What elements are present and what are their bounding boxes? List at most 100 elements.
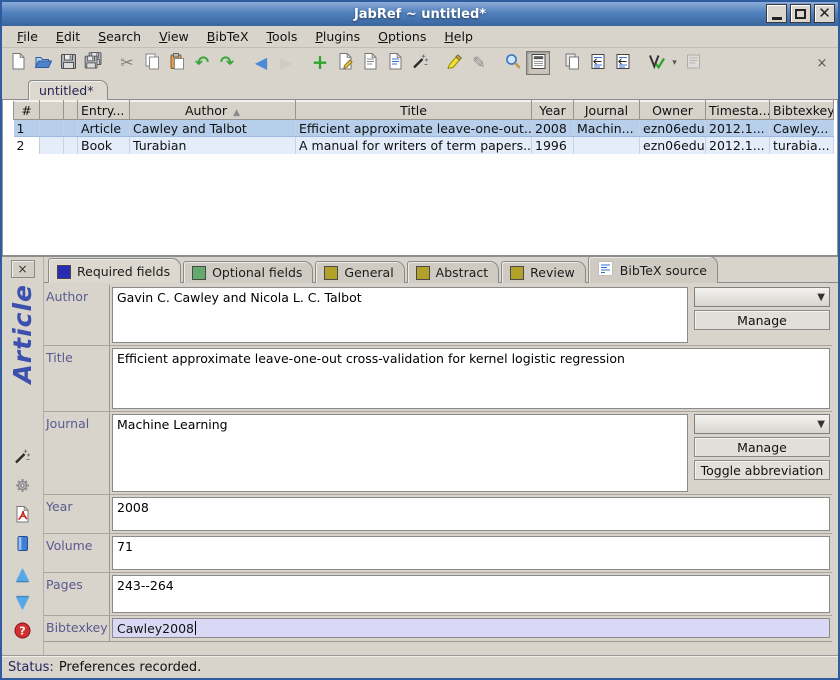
entry-table-area: # Entry... Author▲ Title Year Journal Ow…: [2, 100, 838, 255]
col-owner[interactable]: Owner: [640, 101, 706, 120]
main-toolbar: ✂ ↶ ↷ ◀ ▶ + ✎ ▾ ×: [2, 48, 838, 78]
database-tab-untitled[interactable]: untitled*: [28, 80, 108, 100]
edit-preamble-button[interactable]: [358, 51, 382, 75]
col-year[interactable]: Year: [532, 101, 574, 120]
copy-button[interactable]: [140, 51, 164, 75]
close-editor-button[interactable]: ×: [11, 260, 35, 278]
print-preview-button[interactable]: [681, 51, 705, 75]
volume-field[interactable]: 71: [112, 536, 830, 570]
year-row: Year 2008: [44, 495, 832, 534]
close-button[interactable]: ✕: [814, 4, 835, 23]
status-message: Preferences recorded.: [59, 660, 202, 675]
copy-key-button[interactable]: [560, 51, 584, 75]
copy-key-icon: [563, 52, 582, 74]
col-timestamp[interactable]: Timesta...: [706, 101, 770, 120]
cut-button[interactable]: ✂: [115, 51, 139, 75]
status-bar: Status: Preferences recorded.: [2, 656, 838, 678]
toggle-preview-button[interactable]: [526, 51, 550, 75]
menu-tools[interactable]: Tools: [258, 27, 307, 46]
journal-word-dropdown[interactable]: ▼: [694, 414, 830, 434]
redo-button[interactable]: ↷: [215, 51, 239, 75]
author-word-dropdown[interactable]: ▼: [694, 287, 830, 307]
menu-options[interactable]: Options: [369, 27, 435, 46]
author-field[interactable]: Gavin C. Cawley and Nicola L. C. Talbot: [112, 287, 688, 343]
edit-entry-button[interactable]: [333, 51, 357, 75]
title-label: Title: [44, 346, 110, 411]
open-file-button[interactable]: [12, 535, 34, 555]
menu-bar: File Edit Search View BibTeX Tools Plugi…: [2, 26, 838, 48]
new-database-button[interactable]: [6, 51, 30, 75]
sort-ascending-icon: ▲: [233, 108, 240, 118]
menu-file[interactable]: File: [8, 27, 47, 46]
minimize-icon: [772, 17, 782, 20]
generate-key-button[interactable]: [12, 448, 34, 468]
menu-view[interactable]: View: [150, 27, 198, 46]
col-icon-1[interactable]: [40, 101, 64, 120]
bibtexkey-field[interactable]: Cawley2008: [112, 618, 830, 638]
pages-field[interactable]: 243--264: [112, 575, 830, 613]
toggle-abbreviation-button[interactable]: Toggle abbreviation: [694, 460, 830, 480]
status-label: Status:: [8, 660, 54, 675]
tab-review[interactable]: Review: [501, 261, 586, 283]
col-number[interactable]: #: [14, 101, 40, 120]
paste-button[interactable]: [165, 51, 189, 75]
back-button[interactable]: ◀: [249, 51, 273, 75]
title-field[interactable]: Efficient approximate leave-one-out cros…: [112, 348, 830, 409]
author-manage-button[interactable]: Manage: [694, 310, 830, 330]
edit-strings-button[interactable]: [383, 51, 407, 75]
openoffice-connection-button[interactable]: [644, 51, 668, 75]
bibtexkey-label: Bibtexkey: [44, 616, 110, 641]
journal-manage-button[interactable]: Manage: [694, 437, 830, 457]
minimize-button[interactable]: [766, 4, 787, 23]
tab-abstract[interactable]: Abstract: [407, 261, 499, 283]
chevron-down-icon: ▼: [817, 419, 825, 430]
table-row[interactable]: 1 Article Cawley and Talbot Efficient ap…: [14, 120, 834, 137]
next-entry-button[interactable]: ▼: [12, 593, 34, 613]
new-entry-button[interactable]: +: [308, 51, 332, 75]
open-database-button[interactable]: [31, 51, 55, 75]
close-database-button[interactable]: ×: [810, 51, 834, 75]
tab-optional-fields[interactable]: Optional fields: [183, 261, 313, 283]
col-journal[interactable]: Journal: [574, 101, 640, 120]
col-entrytype[interactable]: Entry...: [78, 101, 130, 120]
tab-general[interactable]: General: [315, 261, 404, 283]
entry-type-label: Article: [8, 284, 37, 384]
openoffice-menu-caret[interactable]: ▾: [669, 51, 680, 75]
menu-plugins[interactable]: Plugins: [306, 27, 369, 46]
mark-entries-button[interactable]: [442, 51, 466, 75]
close-icon: ✕: [818, 6, 831, 21]
col-author[interactable]: Author▲: [130, 101, 296, 120]
journal-field[interactable]: Machine Learning: [112, 414, 688, 492]
toolbar-separator: [492, 51, 500, 75]
col-icon-2[interactable]: [64, 101, 78, 120]
title-bar: JabRef ~ untitled* ✕: [2, 2, 838, 26]
new-database-icon: [9, 52, 28, 74]
search-button[interactable]: [501, 51, 525, 75]
previous-entry-button[interactable]: ▲: [12, 564, 34, 584]
push-to-application-button[interactable]: [585, 51, 609, 75]
forward-button[interactable]: ▶: [274, 51, 298, 75]
table-row[interactable]: 2 Book Turabian A manual for writers of …: [14, 137, 834, 154]
table-header-row: # Entry... Author▲ Title Year Journal Ow…: [14, 101, 834, 120]
save-all-button[interactable]: [81, 51, 105, 75]
edit-strings-icon: [386, 52, 405, 74]
save-database-button[interactable]: [56, 51, 80, 75]
tab-bibtex-source[interactable]: BibTeX source: [588, 256, 718, 283]
help-button[interactable]: ?: [12, 622, 34, 642]
new-entry-wizard-button[interactable]: [408, 51, 432, 75]
menu-help[interactable]: Help: [435, 27, 482, 46]
toolbar-separator: [551, 51, 559, 75]
maximize-button[interactable]: [790, 4, 811, 23]
menu-edit[interactable]: Edit: [47, 27, 89, 46]
undo-button[interactable]: ↶: [190, 51, 214, 75]
menu-search[interactable]: Search: [89, 27, 150, 46]
year-field[interactable]: 2008: [112, 497, 830, 531]
write-xmp-button[interactable]: [12, 506, 34, 526]
col-title[interactable]: Title: [296, 101, 532, 120]
settings-button[interactable]: [12, 477, 34, 497]
col-bibtexkey[interactable]: Bibtexkey: [770, 101, 834, 120]
unmark-entries-button[interactable]: ✎: [467, 51, 491, 75]
tab-required-fields[interactable]: Required fields: [48, 258, 181, 283]
menu-bibtex[interactable]: BibTeX: [198, 27, 258, 46]
push-to-application-2-button[interactable]: [610, 51, 634, 75]
